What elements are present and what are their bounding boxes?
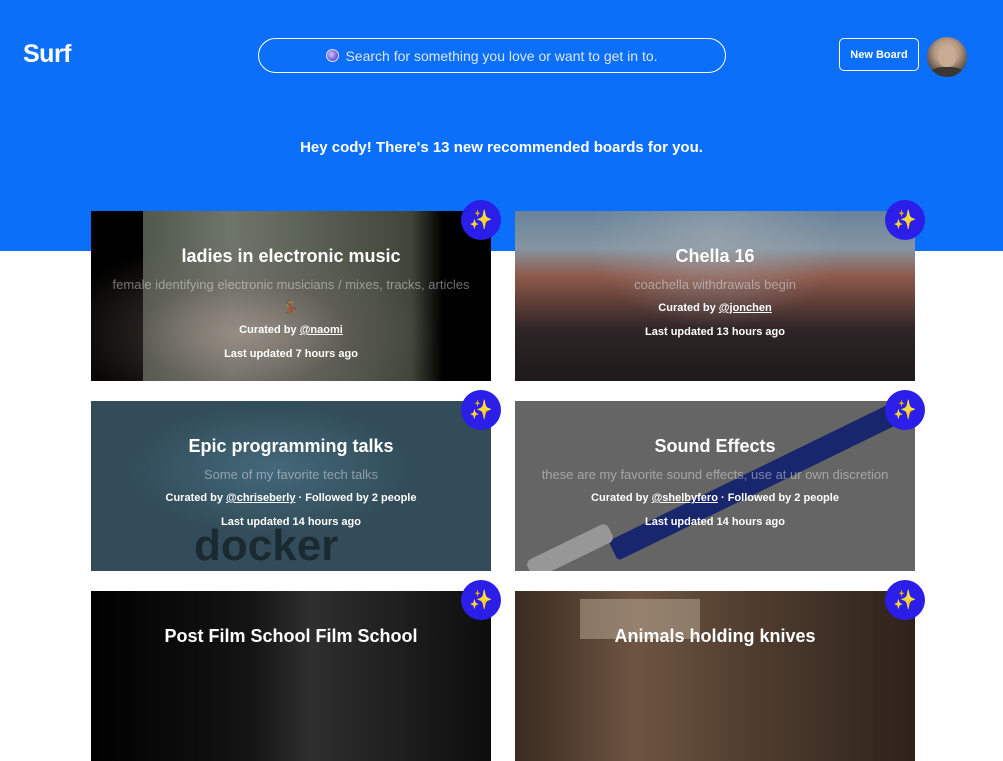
- logo[interactable]: Surf: [23, 40, 72, 69]
- board-curator: Curated by @chriseberly · Followed by 2 …: [165, 492, 417, 504]
- sparkle-star-icon[interactable]: ✨: [885, 390, 925, 430]
- board-description: these are my favorite sound effects, use…: [541, 467, 889, 482]
- board-title: Sound Effects: [654, 436, 776, 456]
- sparkle-star-icon[interactable]: ✨: [461, 580, 501, 620]
- board-card[interactable]: docker Epic programming talks Some of my…: [91, 401, 491, 571]
- search-input[interactable]: Search for something you love or want to…: [258, 38, 726, 73]
- board-card[interactable]: Sound Effects these are my favorite soun…: [515, 401, 915, 571]
- search-placeholder: Search for something you love or want to…: [345, 47, 658, 64]
- board-curator: Curated by @shelbyfero · Followed by 2 p…: [591, 492, 839, 504]
- board-description: female identifying electronic musicians …: [112, 277, 470, 314]
- board-title: Chella 16: [675, 246, 755, 266]
- board-card[interactable]: Chella 16 coachella withdrawals begin Cu…: [515, 211, 915, 381]
- sparkle-star-icon[interactable]: ✨: [461, 200, 501, 240]
- board-card[interactable]: ladies in electronic music female identi…: [91, 211, 491, 381]
- board-card[interactable]: Post Film School Film School: [91, 591, 491, 761]
- curator-link[interactable]: @naomi: [300, 324, 343, 336]
- board-title: ladies in electronic music: [181, 246, 401, 266]
- board-curator: Curated by @jonchen: [658, 302, 772, 314]
- board-curator: Curated by @naomi: [239, 324, 343, 336]
- board-description: Some of my favorite tech talks: [203, 467, 379, 482]
- board-updated: Last updated 14 hours ago: [221, 516, 361, 528]
- board-updated: Last updated 14 hours ago: [645, 516, 785, 528]
- board-title: Animals holding knives: [614, 626, 816, 646]
- board-title: Post Film School Film School: [164, 626, 418, 646]
- board-card[interactable]: Animals holding knives: [515, 591, 915, 761]
- recommendation-greeting: Hey cody! There's 13 new recommended boa…: [300, 139, 703, 156]
- crystal-ball-icon: [326, 49, 340, 62]
- board-title: Epic programming talks: [188, 436, 394, 456]
- sparkle-star-icon[interactable]: ✨: [885, 580, 925, 620]
- board-updated: Last updated 7 hours ago: [224, 348, 358, 360]
- curator-link[interactable]: @shelbyfero: [652, 492, 718, 504]
- avatar[interactable]: [927, 37, 967, 77]
- curator-link[interactable]: @chriseberly: [226, 492, 295, 504]
- board-updated: Last updated 13 hours ago: [645, 326, 785, 338]
- sparkle-star-icon[interactable]: ✨: [885, 200, 925, 240]
- sparkle-star-icon[interactable]: ✨: [461, 390, 501, 430]
- board-description: coachella withdrawals begin: [634, 277, 796, 292]
- new-board-button[interactable]: New Board: [839, 38, 919, 71]
- curator-link[interactable]: @jonchen: [719, 302, 772, 314]
